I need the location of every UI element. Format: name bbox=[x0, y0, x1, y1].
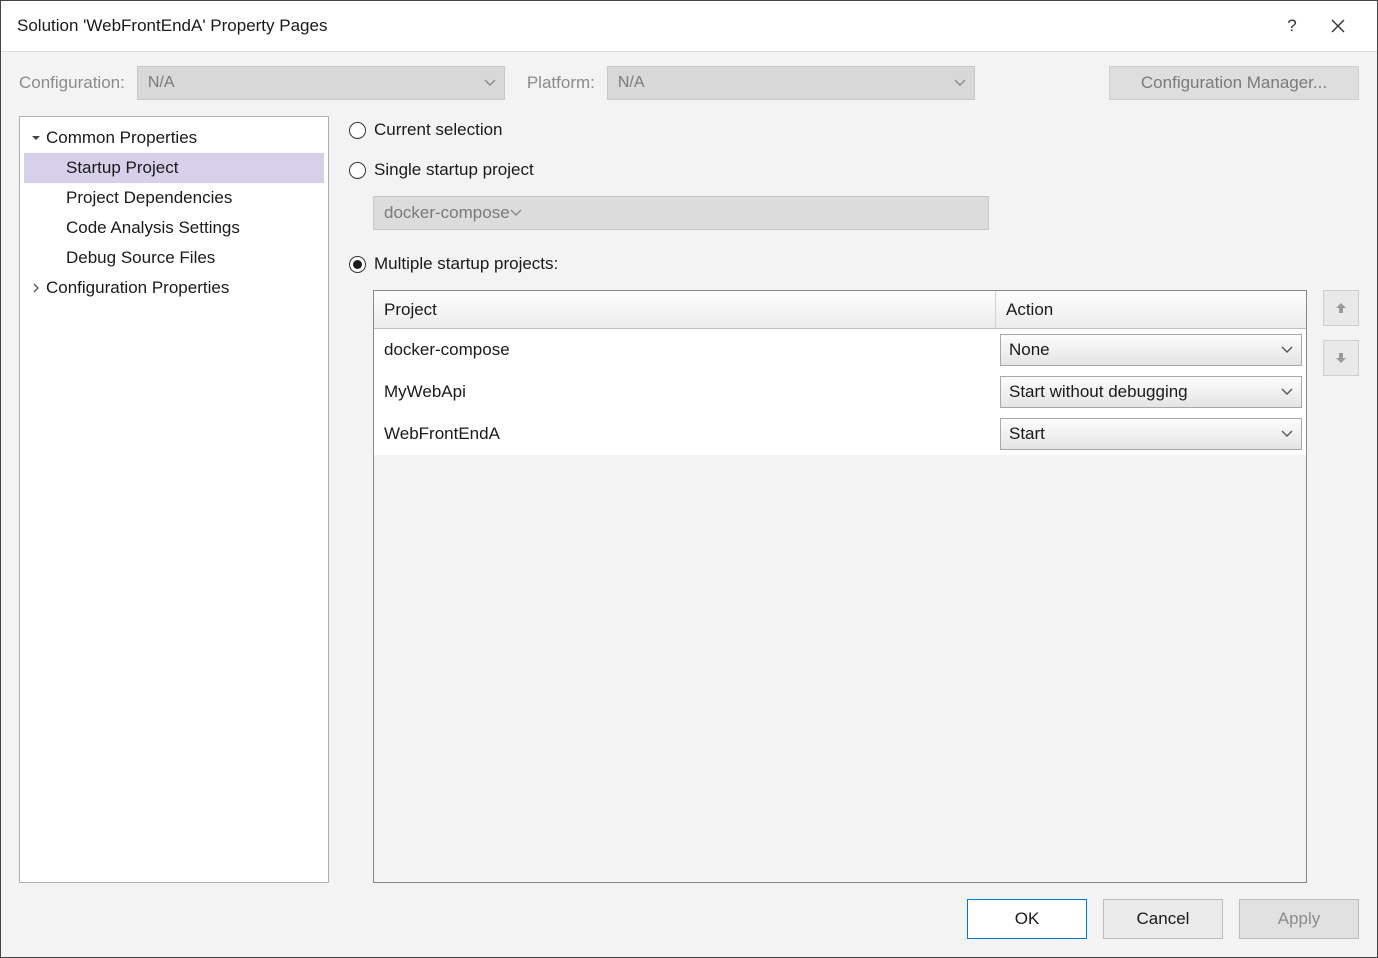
window-title: Solution 'WebFrontEndA' Property Pages bbox=[17, 16, 1269, 36]
table-row[interactable]: MyWebApi Start without debugging bbox=[374, 371, 1306, 413]
configuration-manager-button[interactable]: Configuration Manager... bbox=[1109, 66, 1359, 100]
chevron-down-icon bbox=[1281, 388, 1293, 396]
tree-node-startup-project[interactable]: Startup Project bbox=[24, 153, 324, 183]
close-icon bbox=[1331, 19, 1345, 33]
ok-button[interactable]: OK bbox=[967, 899, 1087, 939]
main-row: Common Properties Startup Project Projec… bbox=[19, 116, 1359, 883]
apply-button[interactable]: Apply bbox=[1239, 899, 1359, 939]
project-cell: MyWebApi bbox=[374, 371, 996, 413]
radio-icon bbox=[349, 162, 366, 179]
startup-project-pane: Current selection Single startup project… bbox=[349, 116, 1359, 883]
arrow-up-icon bbox=[1333, 300, 1349, 316]
content-area: Configuration: N/A Platform: N/A Configu… bbox=[1, 51, 1377, 957]
action-combo[interactable]: Start bbox=[1000, 418, 1302, 450]
radio-icon bbox=[349, 256, 366, 273]
dialog-footer: OK Cancel Apply bbox=[19, 899, 1359, 939]
single-startup-combo[interactable]: docker-compose bbox=[373, 196, 989, 230]
grid-body: docker-compose None MyWebApi bbox=[374, 329, 1306, 455]
configuration-row: Configuration: N/A Platform: N/A Configu… bbox=[19, 66, 1359, 100]
titlebar: Solution 'WebFrontEndA' Property Pages ? bbox=[1, 1, 1377, 51]
tree-node-project-dependencies[interactable]: Project Dependencies bbox=[24, 183, 324, 213]
platform-value: N/A bbox=[618, 74, 645, 92]
tree-node-debug-source[interactable]: Debug Source Files bbox=[24, 243, 324, 273]
chevron-down-icon bbox=[1281, 346, 1293, 354]
help-button[interactable]: ? bbox=[1269, 1, 1315, 51]
close-button[interactable] bbox=[1315, 1, 1361, 51]
action-value: None bbox=[1009, 340, 1050, 360]
radio-multiple-label: Multiple startup projects: bbox=[374, 254, 558, 274]
action-value: Start without debugging bbox=[1009, 382, 1188, 402]
move-down-button[interactable] bbox=[1323, 340, 1359, 376]
tree-expand-icon bbox=[30, 132, 42, 144]
tree-node-configuration-properties[interactable]: Configuration Properties bbox=[24, 273, 324, 303]
configuration-value: N/A bbox=[148, 74, 175, 92]
table-row[interactable]: WebFrontEndA Start bbox=[374, 413, 1306, 455]
column-action[interactable]: Action bbox=[996, 291, 1306, 328]
radio-single-label: Single startup project bbox=[374, 160, 534, 180]
configuration-combo[interactable]: N/A bbox=[137, 66, 505, 100]
chevron-down-icon bbox=[484, 79, 496, 87]
project-cell: WebFrontEndA bbox=[374, 413, 996, 455]
single-startup-value: docker-compose bbox=[384, 203, 510, 223]
move-up-button[interactable] bbox=[1323, 290, 1359, 326]
radio-icon bbox=[349, 122, 366, 139]
radio-multiple-startup[interactable]: Multiple startup projects: bbox=[349, 250, 1359, 278]
radio-current-selection[interactable]: Current selection bbox=[349, 116, 1359, 144]
table-row[interactable]: docker-compose None bbox=[374, 329, 1306, 371]
radio-current-label: Current selection bbox=[374, 120, 503, 140]
property-tree[interactable]: Common Properties Startup Project Projec… bbox=[19, 116, 329, 883]
action-value: Start bbox=[1009, 424, 1045, 444]
cancel-button[interactable]: Cancel bbox=[1103, 899, 1223, 939]
chevron-down-icon bbox=[954, 79, 966, 87]
multiple-projects-area: Project Action docker-compose None bbox=[373, 290, 1359, 883]
reorder-buttons bbox=[1323, 290, 1359, 883]
chevron-down-icon bbox=[1281, 430, 1293, 438]
action-combo[interactable]: Start without debugging bbox=[1000, 376, 1302, 408]
platform-label: Platform: bbox=[527, 73, 595, 93]
radio-single-startup[interactable]: Single startup project bbox=[349, 156, 1359, 184]
projects-grid: Project Action docker-compose None bbox=[373, 290, 1307, 883]
tree-collapse-icon bbox=[30, 282, 42, 294]
platform-combo[interactable]: N/A bbox=[607, 66, 975, 100]
chevron-down-icon bbox=[510, 209, 522, 217]
column-project[interactable]: Project bbox=[374, 291, 996, 328]
project-cell: docker-compose bbox=[374, 329, 996, 371]
arrow-down-icon bbox=[1333, 350, 1349, 366]
action-combo[interactable]: None bbox=[1000, 334, 1302, 366]
tree-node-code-analysis[interactable]: Code Analysis Settings bbox=[24, 213, 324, 243]
configuration-label: Configuration: bbox=[19, 73, 125, 93]
grid-header: Project Action bbox=[374, 291, 1306, 329]
tree-node-common-properties[interactable]: Common Properties bbox=[24, 123, 324, 153]
